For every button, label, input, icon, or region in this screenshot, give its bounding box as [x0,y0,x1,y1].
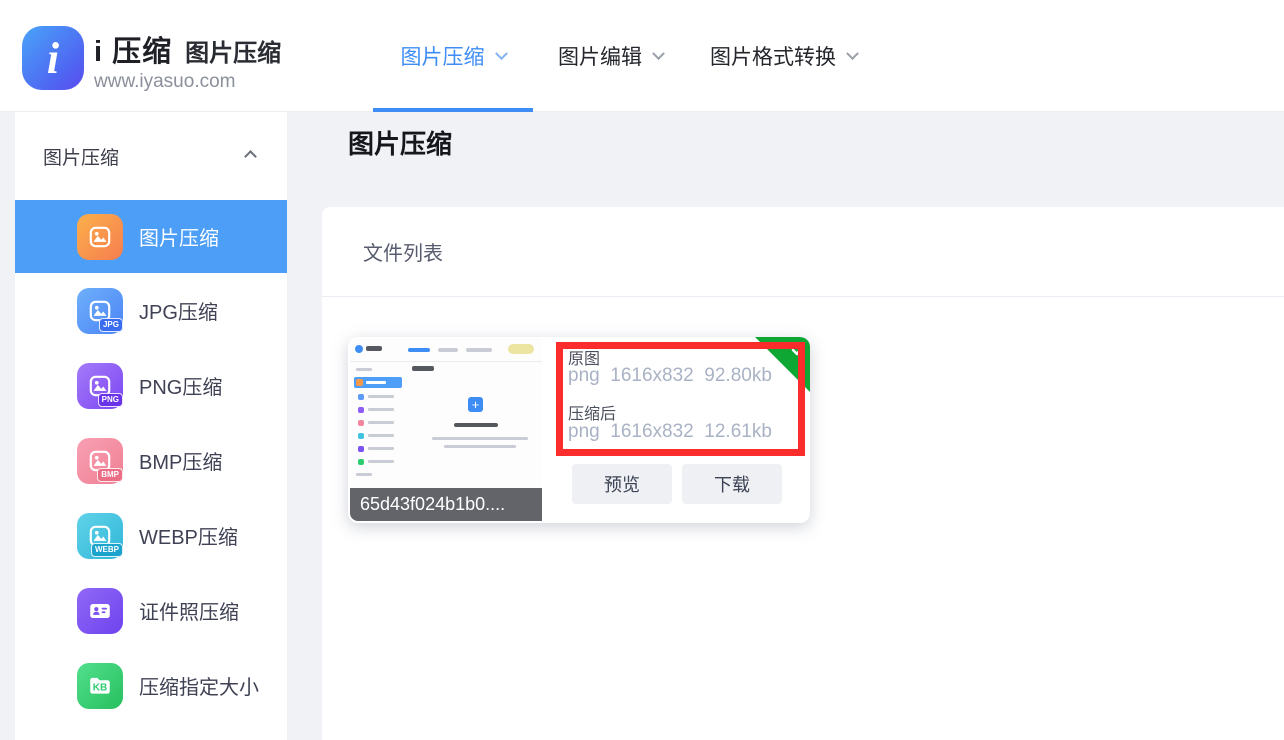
thumb-decoration [444,445,516,448]
sidebar-item-png-compress[interactable]: PNG PNG压缩 [15,348,287,423]
site-logo[interactable]: i i 压缩 图片压缩 www.iyasuo.com [22,26,281,93]
thumb-decoration [412,366,434,371]
thumb-decoration [368,447,394,450]
thumb-decoration [356,473,372,476]
sidebar-item-image-compress[interactable]: 图片压缩 [15,200,287,273]
sidebar-item-label: 图片压缩 [139,222,219,251]
top-navigation: 图片压缩 图片编辑 图片格式转换 [373,0,857,112]
format-badge: JPG [99,318,123,332]
thumb-decoration [408,348,430,352]
chevron-up-icon [244,150,257,163]
thumb-decoration [358,394,364,400]
thumb-decoration [355,345,363,353]
thumb-decoration [368,408,394,411]
thumb-decoration [358,459,364,465]
thumb-decoration [350,361,542,362]
thumb-decoration [368,434,394,437]
bmp-compress-icon: BMP [77,438,123,484]
thumb-upload-plus-icon: + [468,397,483,412]
sidebar-item-jpg-compress[interactable]: JPG JPG压缩 [15,273,287,348]
thumb-decoration [368,395,394,398]
thumb-decoration [358,420,364,426]
sidebar-item-label: JPG压缩 [139,296,218,325]
kb-badge: KB [93,683,107,694]
nav-item-format-convert[interactable]: 图片格式转换 [710,0,857,112]
format-badge: WEBP [91,543,123,557]
brand-suffix: 图片压缩 [185,33,281,68]
file-name: 65d43f024b1b0.... [350,488,542,521]
id-card-icon [77,588,123,634]
thumb-decoration [466,348,492,352]
thumb-decoration [356,368,372,371]
sidebar-menu: 图片压缩 JPG JPG压缩 PNG PNG压缩 BMP BMP压缩 [15,200,287,723]
format-badge: BMP [97,468,123,482]
sidebar-item-webp-compress[interactable]: WEBP WEBP压缩 [15,498,287,573]
sidebar: 图片压缩 图片压缩 JPG JPG压缩 PNG PNG压缩 [15,112,287,740]
sidebar-item-id-photo-compress[interactable]: 证件照压缩 [15,573,287,648]
thumb-decoration [368,460,394,463]
file-list-title: 文件列表 [363,237,443,266]
sidebar-group-toggle[interactable]: 图片压缩 [15,112,287,200]
thumb-decoration [358,446,364,452]
sidebar-item-label: PNG压缩 [139,371,222,400]
png-compress-icon: PNG [77,363,123,409]
brand-url: www.iyasuo.com [94,71,281,93]
image-compress-icon [77,214,123,260]
download-button[interactable]: 下载 [682,464,782,504]
sidebar-item-compress-to-size[interactable]: KB 压缩指定大小 [15,648,287,723]
chevron-down-icon [846,47,859,60]
jpg-compress-icon: JPG [77,288,123,334]
kb-folder-icon: KB [77,663,123,709]
thumb-decoration [358,433,364,439]
file-list-header: 文件列表 [322,207,1284,297]
preview-button[interactable]: 预览 [572,464,672,504]
chevron-down-icon [495,47,508,60]
sidebar-group-title: 图片压缩 [43,143,119,170]
nav-item-image-edit[interactable]: 图片编辑 [558,0,663,112]
file-card: + 65d43f024b1b0.... 原图 png 1616x832 92.8… [348,337,810,523]
chevron-down-icon [652,47,665,60]
sidebar-item-label: BMP压缩 [139,446,222,475]
page-title: 图片压缩 [348,124,452,161]
red-highlight-annotation [556,342,805,456]
active-tab-underline [373,108,533,112]
sidebar-item-label: 压缩指定大小 [139,671,259,700]
logo-i-icon: i [22,26,84,90]
format-badge: PNG [98,393,123,407]
nav-label: 图片编辑 [558,41,642,71]
thumb-decoration [508,344,534,354]
sidebar-item-bmp-compress[interactable]: BMP BMP压缩 [15,423,287,498]
sidebar-item-label: WEBP压缩 [139,521,238,550]
brand-name: i 压缩 [94,28,172,70]
thumb-decoration [438,348,458,352]
thumb-decoration [366,346,382,351]
nav-label: 图片格式转换 [710,41,836,71]
thumb-decoration [358,407,364,413]
thumb-decoration [454,423,498,427]
nav-label: 图片压缩 [401,41,485,71]
thumb-decoration [368,421,394,424]
brand-text: i 压缩 图片压缩 www.iyasuo.com [94,26,281,93]
thumb-decoration [432,437,528,440]
file-thumbnail[interactable]: + 65d43f024b1b0.... [350,339,542,521]
nav-item-image-compress[interactable]: 图片压缩 [373,0,533,112]
app-header: i i 压缩 图片压缩 www.iyasuo.com 图片压缩 图片编辑 图片格… [0,0,1284,112]
thumb-decoration [354,377,402,388]
file-list-panel: 文件列表 + [322,207,1284,740]
webp-compress-icon: WEBP [77,513,123,559]
sidebar-item-label: 证件照压缩 [139,596,239,625]
